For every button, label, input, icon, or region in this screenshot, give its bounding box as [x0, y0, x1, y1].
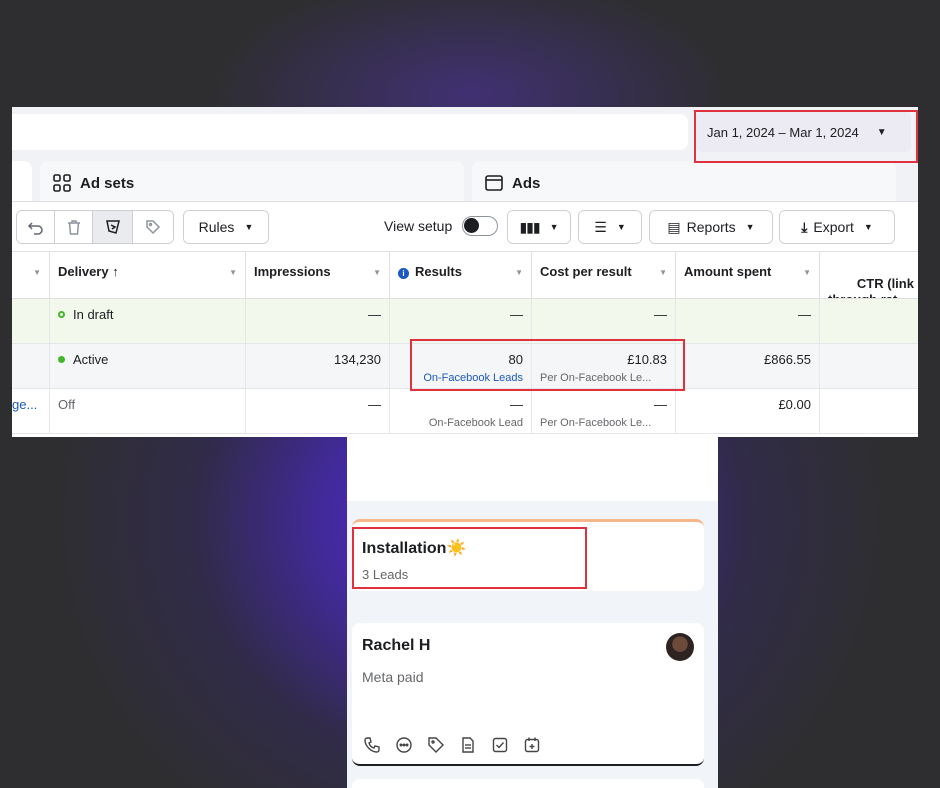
tag-icon[interactable]: [426, 735, 446, 755]
caret-down-icon: ▼: [745, 222, 755, 232]
cell-cost: £10.83 Per On-Facebook Le...: [532, 344, 676, 388]
stage-title: Installation☀️: [362, 540, 467, 557]
view-setup-label: View setup: [384, 218, 453, 234]
export-label: Export: [813, 219, 854, 235]
toolbar: Rules ▼ View setup ▮▮▮ ▼ ☰ ▼ ▤ Reports ▼: [12, 201, 918, 251]
table-row[interactable]: In draft — — — —: [12, 299, 918, 344]
columns-icon: ▮▮▮: [519, 218, 540, 235]
tabs-row: Ad sets Ads: [12, 157, 918, 207]
note-icon[interactable]: [458, 735, 478, 755]
table-header: ▼ Delivery ↑ ▼ Impressions ▼ i Results ▼ Cos…: [12, 251, 918, 299]
crm-header: [347, 437, 718, 501]
search-bar[interactable]: [12, 114, 688, 150]
cell-delivery: Active: [50, 344, 246, 388]
caret-down-icon: ▼: [549, 222, 559, 232]
column-header-cost-per-result[interactable]: Cost per result ▼: [532, 252, 676, 298]
columns-dropdown[interactable]: ▮▮▮ ▼: [507, 210, 571, 244]
breakdown-dropdown[interactable]: ☰ ▼: [578, 210, 642, 244]
phone-icon[interactable]: [362, 735, 382, 755]
cell-results: 80 On-Facebook Leads: [390, 344, 532, 388]
table-row[interactable]: ge... Off — — On-Facebook Lead — Per On-…: [12, 389, 918, 434]
cell-impressions: 134,230: [246, 344, 390, 388]
cell-results: — On-Facebook Lead: [390, 389, 532, 433]
cell-impressions: —: [246, 389, 390, 433]
cell-ctr: [820, 299, 918, 343]
trash-icon: [67, 220, 80, 235]
table-row[interactable]: Active 134,230 80 On-Facebook Leads £10.…: [12, 344, 918, 389]
task-icon[interactable]: [490, 735, 510, 755]
next-lead-card[interactable]: [352, 779, 704, 788]
lead-card[interactable]: Rachel H Meta paid: [352, 623, 704, 766]
avatar: [666, 633, 694, 661]
view-setup-toggle[interactable]: [462, 216, 498, 236]
tab-ad-sets-label: Ad sets: [80, 174, 135, 192]
date-range-picker[interactable]: Jan 1, 2024 – Mar 1, 2024 ▼: [695, 112, 911, 152]
export-dropdown[interactable]: ⤓ Export ▼: [779, 210, 895, 244]
cell-impressions: —: [246, 299, 390, 343]
lead-source: Meta paid: [362, 669, 424, 685]
calendar-icon[interactable]: [522, 735, 542, 755]
cell-name: [12, 344, 50, 388]
download-icon: ⤓: [801, 218, 808, 235]
cell-ctr: [820, 344, 918, 388]
column-header-impressions[interactable]: Impressions ▼: [246, 252, 390, 298]
cell-spent: —: [676, 299, 820, 343]
rules-dropdown[interactable]: Rules ▼: [183, 210, 269, 244]
tab-ads[interactable]: Ads: [472, 161, 896, 205]
column-header-delivery[interactable]: Delivery ↑ ▼: [50, 252, 246, 298]
cell-spent: £0.00: [676, 389, 820, 433]
column-header-name[interactable]: ▼: [12, 252, 50, 298]
cell-name-link[interactable]: ge...: [12, 389, 50, 433]
cell-cost: — Per On-Facebook Le...: [532, 389, 676, 433]
pipeline-stage-card[interactable]: Installation☀️ 3 Leads: [352, 519, 704, 591]
info-icon: i: [398, 268, 409, 279]
tag-icon: [146, 220, 161, 235]
stage-lead-count: 3 Leads: [362, 567, 409, 582]
results-link[interactable]: On-Facebook Leads: [398, 372, 523, 384]
ads-manager-panel: Jan 1, 2024 – Mar 1, 2024 ▼ Ad sets Ads: [12, 107, 918, 437]
flask-icon: [105, 220, 120, 234]
cell-delivery: In draft: [50, 299, 246, 343]
undo-icon: [27, 222, 43, 235]
tab-ad-sets[interactable]: Ad sets: [40, 161, 464, 205]
tag-button[interactable]: [133, 211, 173, 243]
crm-pipeline-panel: Installation☀️ 3 Leads Rachel H Meta pai…: [347, 437, 718, 788]
status-dot-active: [58, 356, 65, 364]
status-dot-draft: [58, 311, 65, 319]
delete-button[interactable]: [55, 211, 93, 243]
chat-icon[interactable]: [394, 735, 414, 755]
lead-actions: [362, 735, 542, 755]
caret-down-icon: ▼: [244, 222, 254, 232]
column-header-amount-spent[interactable]: Amount spent ▼: [676, 252, 820, 298]
column-header-results[interactable]: i Results ▼: [390, 252, 532, 298]
lead-name: Rachel H: [362, 637, 431, 654]
ab-test-button[interactable]: [93, 211, 133, 243]
caret-down-icon: ▼: [876, 126, 887, 138]
breakdown-icon: ☰: [594, 218, 607, 235]
edit-actions-group: [16, 210, 174, 244]
cell-ctr: [820, 389, 918, 433]
ad-sets-icon: [52, 173, 72, 193]
caret-down-icon: ▼: [863, 222, 873, 232]
ads-icon: [484, 173, 504, 193]
date-range-label: Jan 1, 2024 – Mar 1, 2024: [707, 124, 859, 140]
cell-name: [12, 299, 50, 343]
cell-cost: —: [532, 299, 676, 343]
cell-delivery: Off: [50, 389, 246, 433]
cell-results: —: [390, 299, 532, 343]
reports-label: Reports: [686, 219, 736, 235]
cell-spent: £866.55: [676, 344, 820, 388]
rules-label: Rules: [198, 219, 235, 235]
caret-down-icon: ▼: [616, 222, 626, 232]
undo-button[interactable]: [17, 211, 55, 243]
column-header-ctr[interactable]: CTR (link cl through rat: [820, 252, 918, 298]
tab-ads-label: Ads: [512, 174, 541, 192]
reports-icon: ▤: [667, 218, 681, 235]
reports-dropdown[interactable]: ▤ Reports ▼: [649, 210, 773, 244]
